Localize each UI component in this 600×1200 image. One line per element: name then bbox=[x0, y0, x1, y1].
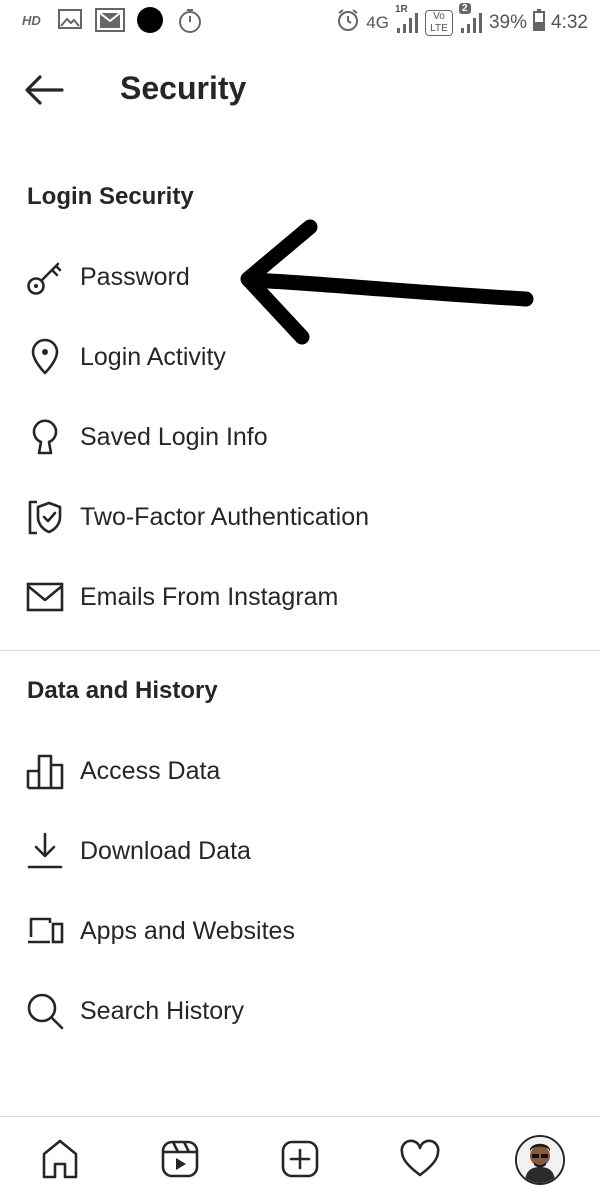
section-title-login-security: Login Security bbox=[27, 183, 194, 210]
section-divider bbox=[0, 650, 600, 651]
nav-reels[interactable] bbox=[156, 1135, 204, 1183]
battery-percent: 39% bbox=[488, 12, 528, 33]
heart-icon bbox=[400, 1139, 440, 1177]
menu-item-search-history[interactable]: Search History bbox=[0, 979, 600, 1043]
nav-new-post[interactable] bbox=[276, 1135, 324, 1183]
sim2-signal: 2 bbox=[458, 3, 483, 34]
menu-item-label: Access Data bbox=[80, 756, 221, 785]
menu-item-access-data[interactable]: Access Data bbox=[0, 739, 600, 803]
devices-icon bbox=[24, 910, 66, 952]
clock: 4:32 bbox=[551, 12, 588, 33]
nav-activity[interactable] bbox=[396, 1135, 444, 1183]
avatar-image bbox=[517, 1137, 563, 1183]
menu-item-two-factor-authentication[interactable]: Two-Factor Authentication bbox=[0, 485, 600, 549]
menu-item-label: Emails From Instagram bbox=[80, 582, 339, 611]
menu-item-download-data[interactable]: Download Data bbox=[0, 819, 600, 883]
sim1-signal: 1R bbox=[395, 4, 419, 34]
section-title-data-and-history: Data and History bbox=[27, 677, 218, 704]
menu-item-label: Saved Login Info bbox=[80, 422, 268, 451]
shield-check-icon bbox=[24, 496, 66, 538]
network-type: 4G bbox=[366, 13, 389, 32]
location-pin-icon bbox=[24, 336, 66, 378]
key-icon bbox=[24, 256, 66, 298]
keyhole-icon bbox=[24, 416, 66, 458]
hd-indicator: HD bbox=[22, 13, 41, 28]
sim2-label: 2 bbox=[458, 3, 471, 14]
volte-icon: Vo LTE bbox=[424, 10, 453, 36]
back-arrow-icon bbox=[25, 75, 64, 105]
alarm-icon bbox=[336, 8, 360, 38]
status-bar: HD 4G 1R Vo LTE 2 39% 4:32 bbox=[0, 0, 600, 40]
search-icon bbox=[24, 990, 66, 1032]
home-icon bbox=[42, 1139, 78, 1179]
menu-item-label: Apps and Websites bbox=[80, 916, 295, 945]
status-right: 4G 1R Vo LTE 2 39% 4:32 bbox=[336, 3, 588, 38]
menu-item-saved-login-info[interactable]: Saved Login Info bbox=[0, 405, 600, 469]
profile-avatar[interactable] bbox=[515, 1135, 565, 1185]
menu-item-apps-and-websites[interactable]: Apps and Websites bbox=[0, 899, 600, 963]
nav-home[interactable] bbox=[36, 1135, 84, 1183]
bottom-navigation bbox=[0, 1116, 600, 1200]
reels-icon bbox=[161, 1140, 199, 1178]
new-post-icon bbox=[281, 1140, 319, 1178]
menu-item-emails-from-instagram[interactable]: Emails From Instagram bbox=[0, 565, 600, 629]
battery-icon bbox=[533, 9, 546, 37]
menu-item-label: Search History bbox=[80, 996, 244, 1025]
sim1-label: 1R bbox=[394, 4, 408, 15]
menu-item-label: Download Data bbox=[80, 836, 251, 865]
download-icon bbox=[24, 830, 66, 872]
back-button[interactable] bbox=[22, 68, 72, 112]
menu-item-label: Login Activity bbox=[80, 342, 226, 371]
page-title: Security bbox=[120, 70, 247, 106]
stopwatch-icon bbox=[178, 8, 202, 40]
envelope-icon bbox=[24, 576, 66, 618]
annotation-arrow bbox=[230, 215, 540, 355]
menu-item-label: Two-Factor Authentication bbox=[80, 502, 370, 531]
record-dot-icon bbox=[136, 6, 164, 40]
menu-item-label: Password bbox=[80, 262, 190, 291]
gmail-icon bbox=[95, 8, 125, 38]
gallery-icon bbox=[58, 8, 82, 36]
bar-chart-icon bbox=[24, 750, 66, 792]
